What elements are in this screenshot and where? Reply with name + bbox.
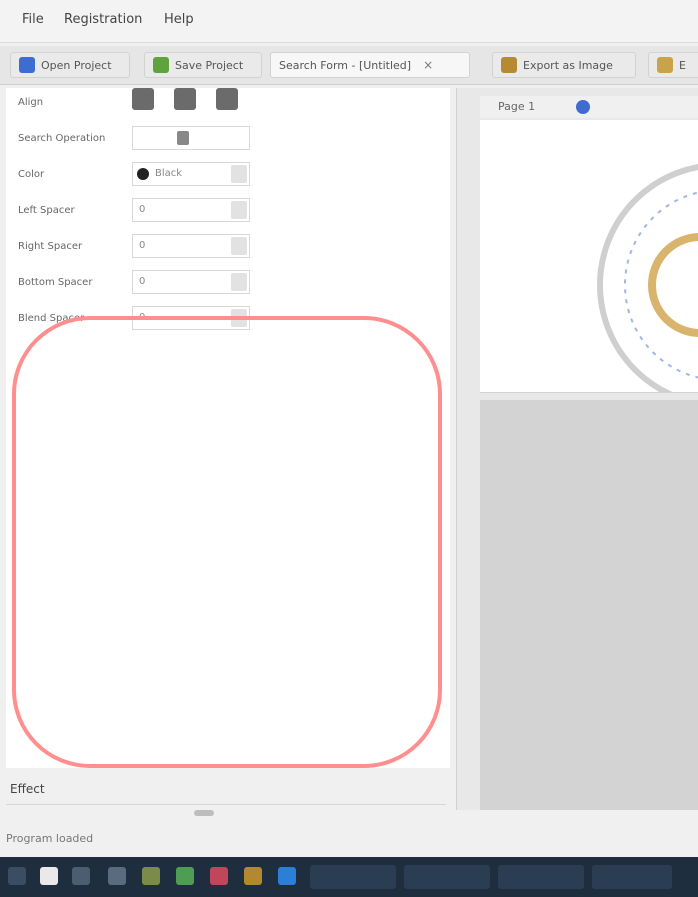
- align-label: Align: [18, 97, 44, 108]
- start-icon[interactable]: [8, 867, 26, 885]
- image-icon: [501, 57, 517, 73]
- file-icon[interactable]: [40, 867, 58, 885]
- search-operation-label: Search Operation: [18, 133, 106, 144]
- align-center-icon[interactable]: [174, 88, 196, 110]
- left-spacer-row: Left Spacer 0: [6, 196, 256, 226]
- blend-spacer-input[interactable]: 0: [132, 306, 250, 330]
- taskbar-app[interactable]: [498, 865, 584, 889]
- page-header: Page 1: [480, 96, 698, 118]
- color-value: Black: [155, 168, 183, 179]
- save-project-button[interactable]: Save Project: [144, 52, 262, 78]
- properties-panel: Align Search Operation Color Black Left …: [6, 88, 450, 768]
- app-icon[interactable]: [210, 867, 228, 885]
- bottom-spacer-label: Bottom Spacer: [18, 277, 93, 288]
- align-left-icon[interactable]: [132, 88, 154, 110]
- tab-search-form-label: Search Form - [Untitled]: [279, 58, 412, 72]
- search-operation-row: Search Operation: [6, 124, 256, 154]
- export-image-button[interactable]: Export as Image: [492, 52, 636, 78]
- tab-search-form[interactable]: Search Form - [Untitled] ×: [270, 52, 470, 78]
- right-spacer-value: 0: [139, 240, 146, 251]
- page-icon[interactable]: [576, 100, 590, 114]
- search-operation-slider[interactable]: [132, 126, 250, 150]
- taskbar-app[interactable]: [310, 865, 396, 889]
- bottom-spacer-input[interactable]: 0: [132, 270, 250, 294]
- open-project-button[interactable]: Open Project: [10, 52, 130, 78]
- blend-spacer-value: 0: [139, 312, 146, 323]
- taskbar-app[interactable]: [404, 865, 490, 889]
- export-image-label: Export as Image: [523, 58, 613, 72]
- stepper-icon[interactable]: [231, 273, 247, 291]
- search-icon[interactable]: [72, 867, 90, 885]
- app-icon[interactable]: [142, 867, 160, 885]
- align-row: Align: [6, 88, 256, 118]
- menu-file[interactable]: File: [22, 12, 44, 27]
- app-icon[interactable]: [108, 867, 126, 885]
- divider: [6, 804, 446, 805]
- color-row: Color Black: [6, 160, 256, 190]
- open-project-label: Open Project: [41, 58, 112, 72]
- color-swatch: [137, 168, 149, 180]
- color-select[interactable]: Black: [132, 162, 250, 186]
- blend-spacer-label: Blend Spacer: [18, 313, 85, 324]
- save-project-label: Save Project: [175, 58, 244, 72]
- taskbar-app[interactable]: [592, 865, 672, 889]
- left-spacer-value: 0: [139, 204, 146, 215]
- app-icon[interactable]: [244, 867, 262, 885]
- left-spacer-label: Left Spacer: [18, 205, 75, 216]
- preview-background: [480, 400, 698, 810]
- stepper-icon[interactable]: [231, 201, 247, 219]
- app-icon[interactable]: [176, 867, 194, 885]
- left-spacer-input[interactable]: 0: [132, 198, 250, 222]
- stepper-icon[interactable]: [231, 237, 247, 255]
- folder-icon: [19, 57, 35, 73]
- status-text: Program loaded: [6, 832, 94, 845]
- stepper-icon[interactable]: [231, 309, 247, 327]
- slider-handle[interactable]: [177, 131, 189, 145]
- chevron-down-icon[interactable]: [231, 165, 247, 183]
- bottom-spacer-row: Bottom Spacer 0: [6, 268, 256, 298]
- right-spacer-label: Right Spacer: [18, 241, 83, 252]
- app-icon[interactable]: [278, 867, 296, 885]
- save-icon: [153, 57, 169, 73]
- splitter-handle[interactable]: [194, 810, 214, 816]
- menu-registration[interactable]: Registration: [64, 12, 142, 27]
- tool-icon: [657, 57, 673, 73]
- taskbar: [0, 857, 698, 897]
- effect-label: Effect: [10, 782, 45, 796]
- extra-tool-button[interactable]: E: [648, 52, 698, 78]
- extra-tool-label: E: [679, 58, 686, 72]
- menu-help[interactable]: Help: [164, 12, 194, 27]
- color-label: Color: [18, 169, 45, 180]
- align-right-icon[interactable]: [216, 88, 238, 110]
- blend-spacer-row: Blend Spacer 0: [6, 304, 256, 334]
- preview-canvas[interactable]: [480, 120, 698, 406]
- close-icon[interactable]: ×: [423, 58, 433, 72]
- toolbar-tabs: Open Project Save Project Search Form - …: [0, 46, 698, 85]
- menu-bar: File Registration Help: [0, 0, 698, 43]
- page-label: Page 1: [498, 100, 536, 113]
- right-spacer-input[interactable]: 0: [132, 234, 250, 258]
- seal-preview: [597, 164, 698, 406]
- bottom-spacer-value: 0: [139, 276, 146, 287]
- right-spacer-row: Right Spacer 0: [6, 232, 256, 262]
